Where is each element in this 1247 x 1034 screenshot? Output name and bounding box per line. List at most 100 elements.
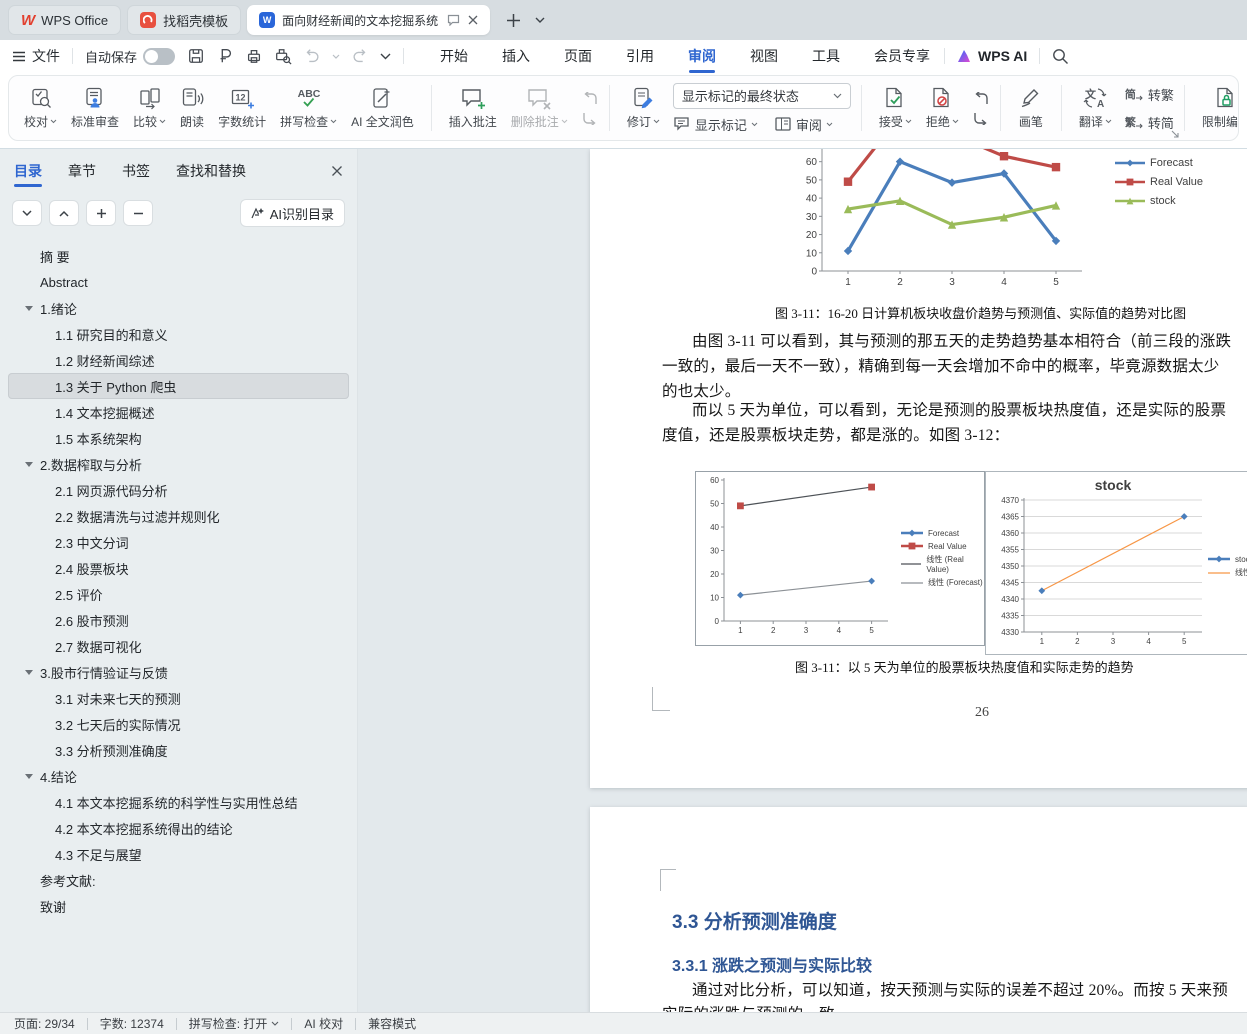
new-tab-button[interactable]: [506, 13, 521, 28]
word-count-button[interactable]: 12 字数统计: [211, 84, 273, 132]
toc-item[interactable]: 4.2 本文本挖掘系统得出的结论: [8, 815, 349, 841]
wps-ai-icon: [958, 50, 971, 62]
tab-chat-icon[interactable]: [447, 14, 460, 26]
search-button[interactable]: [1052, 48, 1069, 65]
toc-item[interactable]: 1.3 关于 Python 爬虫: [8, 373, 349, 399]
standard-review-button[interactable]: 标准审查: [64, 84, 126, 132]
toc-item[interactable]: Abstract: [8, 269, 349, 295]
file-menu[interactable]: 文件: [12, 46, 60, 66]
toc-item[interactable]: 4.3 不足与展望: [8, 841, 349, 867]
tab-label: WPS Office: [41, 12, 109, 28]
toc-zoom-in-button[interactable]: [86, 200, 116, 226]
markup-state-select[interactable]: 显示标记的最终状态: [672, 82, 851, 109]
toc-item-label: 1.5 本系统架构: [55, 431, 142, 447]
toc-item[interactable]: 2.3 中文分词: [8, 529, 349, 555]
toc-expand-arrow-icon[interactable]: [25, 772, 33, 780]
more-commands-caret[interactable]: [380, 53, 391, 60]
sidebar-tab-bookmarks[interactable]: 书签: [122, 153, 150, 189]
reject-revision-button[interactable]: 拒绝: [919, 84, 966, 132]
ai-polish-button[interactable]: AI 全文润色: [344, 84, 421, 132]
toc-item[interactable]: 3.3 分析预测准确度: [8, 737, 349, 763]
spellcheck-status[interactable]: 拼写检查: 打开: [189, 1015, 280, 1032]
sidebar-tab-contents[interactable]: 目录: [14, 153, 42, 189]
statusbar: 页面: 29/34 字数: 12374 拼写检查: 打开 AI 校对 兼容模式: [0, 1012, 1247, 1034]
restrict-editing-button[interactable]: 限制编辑: [1195, 84, 1238, 132]
toc-item[interactable]: 2.7 数据可视化: [8, 633, 349, 659]
document-canvas[interactable]: 0 10 20 30 40 50 60 1 2 3 4 5 Forecast Real Value sto…: [358, 149, 1247, 1012]
toc-item[interactable]: 1.1 研究目的和意义: [8, 321, 349, 347]
toc-item[interactable]: 参考文献:: [8, 867, 349, 893]
tab-wps-home[interactable]: W WPS Office: [8, 5, 122, 35]
sidebar-tab-find-replace[interactable]: 查找和替换: [176, 153, 246, 189]
tab-list-caret[interactable]: [535, 17, 545, 23]
sidebar-tabs: 目录 章节 书签 查找和替换: [0, 149, 357, 193]
toc-expand-all-button[interactable]: [12, 200, 42, 226]
toc-zoom-out-button[interactable]: [123, 200, 153, 226]
toc-item[interactable]: 摘 要: [8, 243, 349, 269]
compare-button[interactable]: 比较: [126, 84, 173, 132]
toc-expand-arrow-icon[interactable]: [25, 304, 33, 312]
wps-ai-button[interactable]: WPS AI: [957, 48, 1027, 64]
toc-item[interactable]: 2.1 网页源代码分析: [8, 477, 349, 503]
revise-button[interactable]: 修订: [620, 84, 667, 132]
print-preview-button[interactable]: [274, 47, 292, 65]
menu-tab-reference[interactable]: 引用: [624, 40, 656, 72]
toc-item[interactable]: 1.2 财经新闻综述: [8, 347, 349, 373]
toc-item[interactable]: 3.股市行情验证与反馈: [8, 659, 349, 685]
menu-tab-insert[interactable]: 插入: [500, 40, 532, 72]
toc-item[interactable]: 1.绪论: [8, 295, 349, 321]
menu-tab-tools[interactable]: 工具: [810, 40, 842, 72]
toc-item[interactable]: 4.结论: [8, 763, 349, 789]
toc-item[interactable]: 2.4 股票板块: [8, 555, 349, 581]
translate-group-launcher-icon[interactable]: [1171, 130, 1180, 139]
translate-button[interactable]: 文A 翻译: [1072, 84, 1119, 132]
read-aloud-button[interactable]: 朗读: [173, 84, 211, 132]
menu-tab-view[interactable]: 视图: [748, 40, 780, 72]
show-markup-button[interactable]: 显示标记: [673, 115, 758, 134]
to-traditional-button[interactable]: 简 转繁: [1125, 85, 1174, 104]
toc-item[interactable]: 2.5 评价: [8, 581, 349, 607]
sidebar-close-icon[interactable]: [331, 165, 343, 177]
toc-expand-arrow-icon[interactable]: [25, 460, 33, 468]
tab-docer-templates[interactable]: 找稻壳模板: [127, 5, 242, 35]
toc-item[interactable]: 2.2 数据清洗与过滤并规则化: [8, 503, 349, 529]
previous-revision-icon[interactable]: [972, 91, 990, 105]
accept-icon: [886, 87, 902, 108]
spell-check-button[interactable]: ABC 拼写检查: [273, 84, 344, 132]
tab-close-icon[interactable]: [468, 15, 478, 25]
toc-item[interactable]: 2.数据榨取与分析: [8, 451, 349, 477]
menu-tab-review[interactable]: 审阅: [686, 40, 718, 72]
accept-revision-button[interactable]: 接受: [872, 84, 919, 132]
toc-item[interactable]: 4.1 本文本挖掘系统的科学性与实用性总结: [8, 789, 349, 815]
divider: [430, 85, 432, 131]
proofread-button[interactable]: 校对: [17, 84, 64, 132]
print-button[interactable]: [245, 47, 263, 65]
insert-comment-button[interactable]: 插入批注: [442, 84, 504, 132]
wps-window: W WPS Office 找稻壳模板 W 面向财经新闻的文本挖掘系统 文件 自动…: [0, 0, 1247, 1034]
toc-item[interactable]: 1.4 文本挖掘概述: [8, 399, 349, 425]
toc-item[interactable]: 3.2 七天后的实际情况: [8, 711, 349, 737]
tab-document[interactable]: W 面向财经新闻的文本挖掘系统: [247, 5, 491, 35]
save-button[interactable]: [187, 47, 205, 65]
review-pane-button[interactable]: 审阅: [774, 115, 833, 134]
sidebar-tab-chapters[interactable]: 章节: [68, 153, 96, 189]
toc-item[interactable]: 致谢: [8, 893, 349, 919]
menu-tab-start[interactable]: 开始: [438, 40, 470, 72]
menu-tab-member[interactable]: 会员专享: [872, 40, 932, 72]
pen-button[interactable]: 画笔: [1011, 84, 1051, 132]
ai-recognize-toc-button[interactable]: AI识别目录: [239, 199, 345, 227]
toc-item-label: 4.结论: [40, 769, 77, 785]
autosave-toggle[interactable]: [143, 47, 176, 65]
toc-item[interactable]: 3.1 对未来七天的预测: [8, 685, 349, 711]
toc-item[interactable]: 2.6 股市预测: [8, 607, 349, 633]
ai-recognize-icon: [251, 207, 264, 219]
toc-collapse-all-button[interactable]: [49, 200, 79, 226]
svg-text:5: 5: [1053, 277, 1059, 288]
export-pdf-button[interactable]: [216, 47, 234, 65]
toc-item[interactable]: 1.5 本系统架构: [8, 425, 349, 451]
next-revision-icon[interactable]: [972, 112, 990, 125]
toc-expand-arrow-icon[interactable]: [25, 668, 33, 676]
menu-tab-page[interactable]: 页面: [562, 40, 594, 72]
ai-proofread-button[interactable]: AI 校对: [304, 1015, 343, 1032]
to-simplified-button[interactable]: 繁 转简: [1125, 113, 1174, 132]
